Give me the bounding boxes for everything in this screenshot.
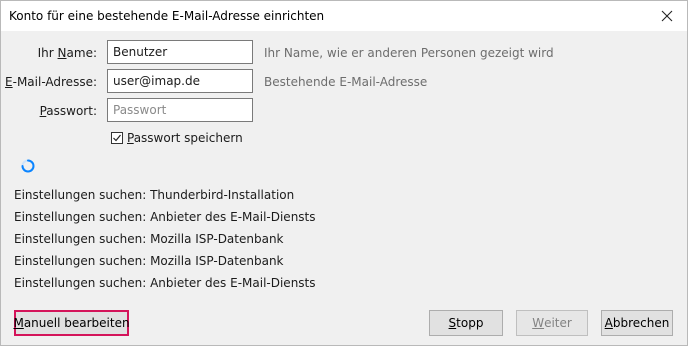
window-title: Konto für eine bestehende E-Mail-Adresse… xyxy=(9,9,325,23)
remember-password-label: Passwort speichern xyxy=(127,131,243,145)
name-field[interactable] xyxy=(107,40,253,64)
checkbox-box[interactable] xyxy=(111,132,123,144)
status-line: Einstellungen suchen: Anbieter des E-Mai… xyxy=(14,276,316,290)
email-hint: Bestehende E-Mail-Adresse xyxy=(264,75,428,89)
email-label: E-Mail-Adresse: xyxy=(5,75,97,89)
name-row: Ihr Name: Ihr Name, wie er anderen Perso… xyxy=(1,40,687,66)
cancel-button[interactable]: Abbrechen xyxy=(601,310,673,336)
manual-config-button[interactable]: Manuell bearbeiten xyxy=(13,310,130,336)
checkmark-icon xyxy=(113,134,121,142)
password-row: Passwort: xyxy=(1,98,687,124)
stop-button[interactable]: Stopp xyxy=(429,310,503,336)
remember-password-checkbox[interactable]: Passwort speichern xyxy=(111,130,243,146)
email-field[interactable] xyxy=(107,69,253,93)
dialog-body: Ihr Name: Ihr Name, wie er anderen Perso… xyxy=(1,31,687,345)
status-line: Einstellungen suchen: Mozilla ISP-Datenb… xyxy=(14,232,284,246)
status-line: Einstellungen suchen: Anbieter des E-Mai… xyxy=(14,210,316,224)
password-field[interactable] xyxy=(107,98,253,122)
status-line: Einstellungen suchen: Thunderbird-Instal… xyxy=(14,188,295,202)
close-button[interactable] xyxy=(647,1,687,31)
status-line: Einstellungen suchen: Mozilla ISP-Datenb… xyxy=(14,254,284,268)
close-icon xyxy=(661,10,673,22)
next-button[interactable]: Weiter xyxy=(516,310,588,336)
name-hint: Ihr Name, wie er anderen Personen gezeig… xyxy=(264,46,554,60)
password-label: Passwort: xyxy=(39,104,97,118)
loading-spinner-icon xyxy=(21,159,35,173)
title-bar: Konto für eine bestehende E-Mail-Adresse… xyxy=(1,1,687,31)
email-row: E-Mail-Adresse: Bestehende E-Mail-Adress… xyxy=(1,69,687,95)
name-label: Ihr Name: xyxy=(37,46,97,60)
dialog-window: Konto für eine bestehende E-Mail-Adresse… xyxy=(0,0,688,346)
